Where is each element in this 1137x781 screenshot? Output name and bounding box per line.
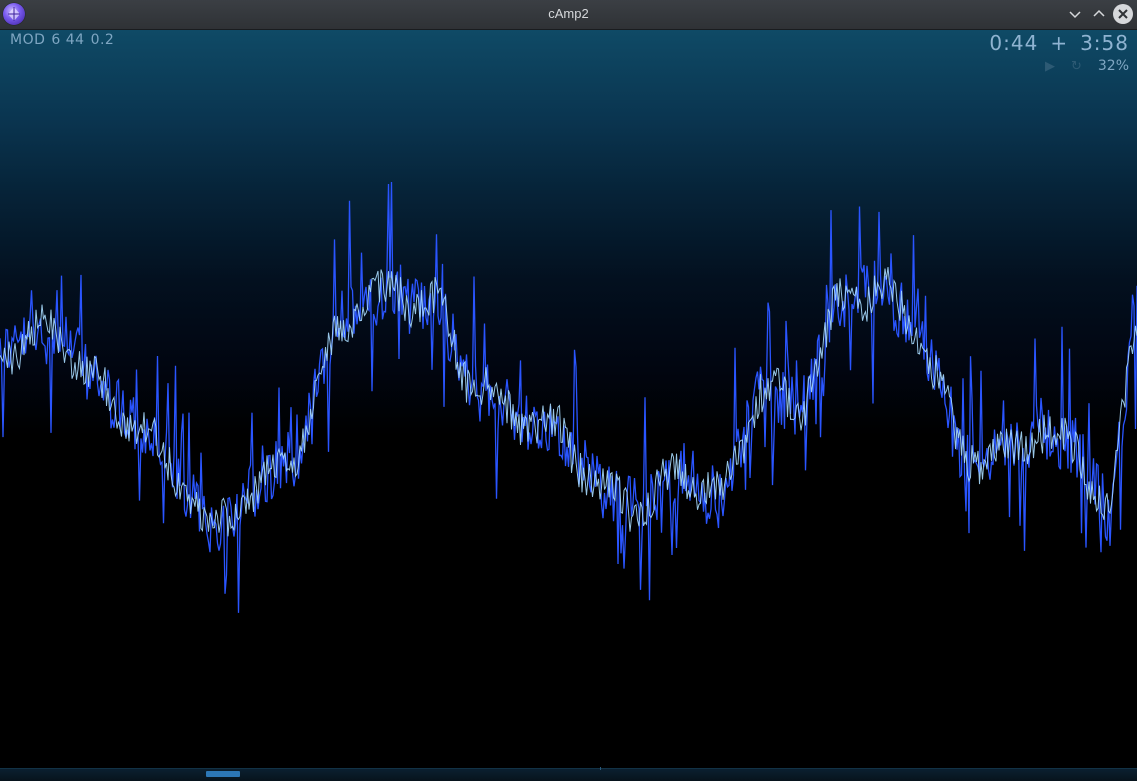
window-title: cAmp2 bbox=[548, 6, 589, 21]
repeat-icon[interactable]: ↻ bbox=[1071, 59, 1082, 74]
window-titlebar: cAmp2 bbox=[0, 0, 1137, 30]
waveform-oscilloscope bbox=[0, 181, 1137, 613]
close-icon bbox=[1118, 9, 1128, 19]
volume-level[interactable]: 32% bbox=[1098, 58, 1129, 74]
track-format: MOD bbox=[10, 32, 46, 48]
time-display[interactable]: 0:44 +3:58 bbox=[977, 31, 1129, 55]
minimize-button[interactable] bbox=[1066, 5, 1084, 23]
maximize-button[interactable] bbox=[1090, 5, 1108, 23]
visualizer[interactable] bbox=[0, 30, 1137, 768]
track-info: MOD 6 44 0.2 bbox=[10, 32, 120, 48]
time-separator: + bbox=[1050, 31, 1069, 55]
track-version: 0.2 bbox=[90, 32, 115, 48]
play-icon[interactable]: ▶ bbox=[1045, 59, 1055, 74]
waveform-blue-trace bbox=[0, 181, 1137, 613]
chevron-up-icon bbox=[1093, 9, 1105, 17]
elapsed-time: 0:44 bbox=[989, 31, 1039, 55]
playback-controls: ▶ ↻ 32% bbox=[1045, 58, 1129, 74]
seek-marker bbox=[600, 767, 601, 770]
chevron-down-icon bbox=[1069, 11, 1081, 19]
seek-bar[interactable] bbox=[0, 767, 1137, 781]
close-button[interactable] bbox=[1113, 4, 1133, 24]
track-channels: 6 44 bbox=[51, 32, 85, 48]
seek-thumb[interactable] bbox=[206, 771, 240, 777]
total-time: 3:58 bbox=[1080, 31, 1129, 55]
